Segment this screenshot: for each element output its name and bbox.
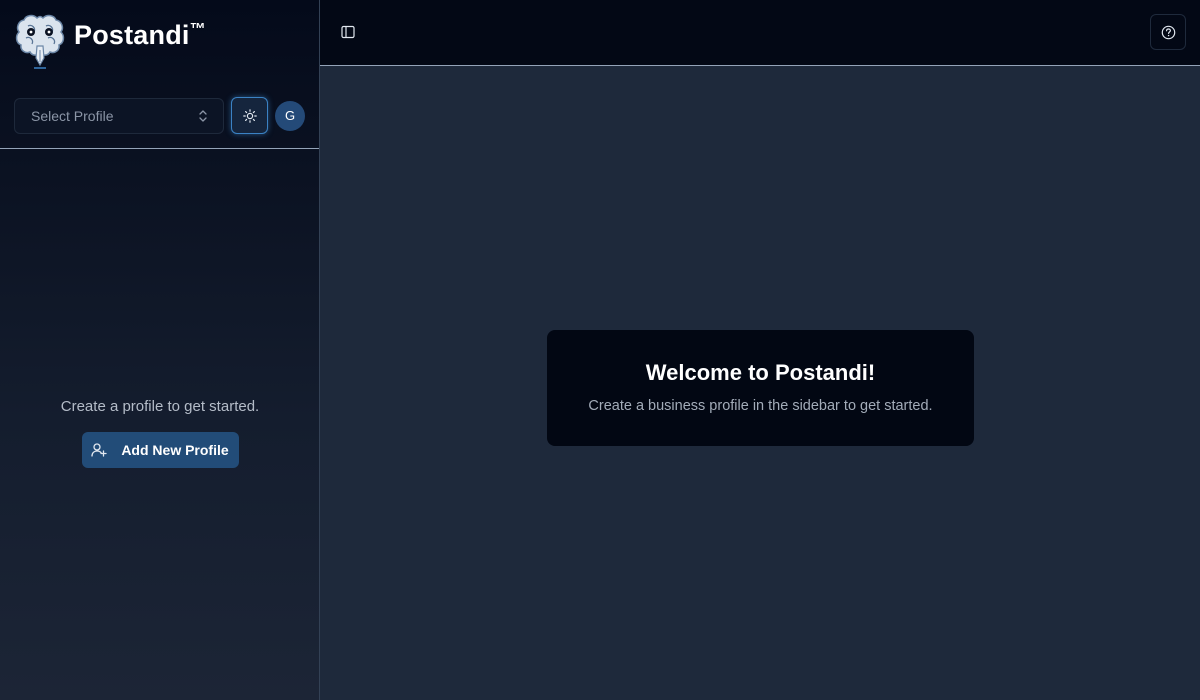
add-new-profile-button[interactable]: Add New Profile bbox=[81, 432, 239, 468]
main-content: Welcome to Postandi! Create a business p… bbox=[320, 66, 1200, 700]
chevron-updown-icon bbox=[199, 109, 207, 122]
brand: Postandi™ bbox=[14, 12, 206, 70]
sidebar-header: Postandi™ Select Profile G bbox=[0, 0, 319, 149]
sidebar-controls: Select Profile G bbox=[14, 97, 305, 134]
brand-name: Postandi™ bbox=[74, 19, 206, 50]
help-button[interactable] bbox=[1150, 14, 1186, 50]
brain-pen-logo bbox=[15, 14, 65, 69]
profile-select[interactable]: Select Profile bbox=[14, 97, 224, 134]
add-new-profile-label: Add New Profile bbox=[121, 442, 229, 458]
sidebar: Postandi™ Select Profile G Create a prof… bbox=[0, 0, 320, 700]
topbar bbox=[320, 0, 1200, 66]
sidebar-empty-state: Create a profile to get started. Add New… bbox=[0, 398, 320, 468]
avatar[interactable]: G bbox=[275, 100, 305, 131]
sidebar-toggle-button[interactable] bbox=[338, 22, 358, 42]
welcome-title: Welcome to Postandi! bbox=[645, 360, 876, 385]
help-circle-icon bbox=[1161, 25, 1175, 39]
welcome-subtitle: Create a business profile in the sidebar… bbox=[588, 398, 933, 414]
welcome-card: Welcome to Postandi! Create a business p… bbox=[547, 330, 974, 446]
user-plus-icon bbox=[91, 443, 107, 457]
empty-state-text: Create a profile to get started. bbox=[60, 398, 260, 415]
sun-icon bbox=[242, 108, 257, 123]
profile-select-placeholder: Select Profile bbox=[31, 107, 114, 124]
panel-left-icon bbox=[341, 25, 355, 39]
theme-toggle-button[interactable] bbox=[231, 97, 268, 134]
